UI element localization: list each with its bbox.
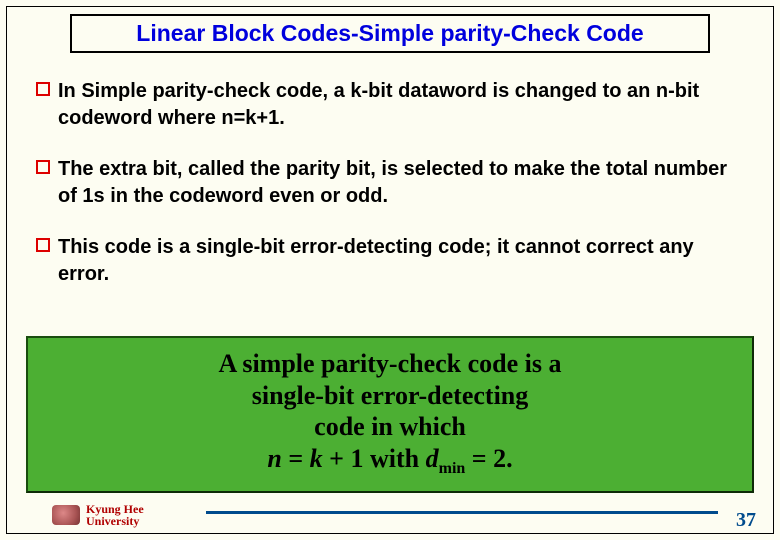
callout-text: A simple parity-check code is a single-b… [40,348,740,479]
callout-line: code in which [314,412,466,441]
callout-eq: = [282,444,310,473]
bullet-square-icon [36,238,50,252]
page-number: 37 [736,509,756,532]
footer: Kyung Hee University 37 [6,498,774,534]
callout-eq: + 1 with [323,444,426,473]
callout-box: A simple parity-check code is a single-b… [26,336,754,493]
callout-var-d: d [426,444,439,473]
bullet-text: In Simple parity-check code, a k-bit dat… [58,78,744,132]
university-logo-icon [52,505,80,525]
bullet-text: The extra bit, called the parity bit, is… [58,156,744,210]
callout-var-k: k [310,444,323,473]
bullet-square-icon [36,82,50,96]
bullet-item: In Simple parity-check code, a k-bit dat… [36,78,744,132]
university-name: Kyung Hee University [86,503,144,528]
bullet-item: The extra bit, called the parity bit, is… [36,156,744,210]
title-box: Linear Block Codes-Simple parity-Check C… [70,14,710,53]
callout-line: A simple parity-check code is a [218,349,561,378]
callout-eq: = 2. [465,444,512,473]
footer-divider [206,511,718,514]
callout-line: single-bit error-detecting [252,381,529,410]
bullet-text: This code is a single-bit error-detectin… [58,234,744,288]
slide-title: Linear Block Codes-Simple parity-Check C… [136,20,643,46]
uni-line: University [86,514,139,528]
bullet-list: In Simple parity-check code, a k-bit dat… [36,78,744,312]
bullet-square-icon [36,160,50,174]
bullet-item: This code is a single-bit error-detectin… [36,234,744,288]
callout-var-n: n [267,444,281,473]
university-brand: Kyung Hee University [52,503,144,528]
callout-sub: min [439,460,466,477]
